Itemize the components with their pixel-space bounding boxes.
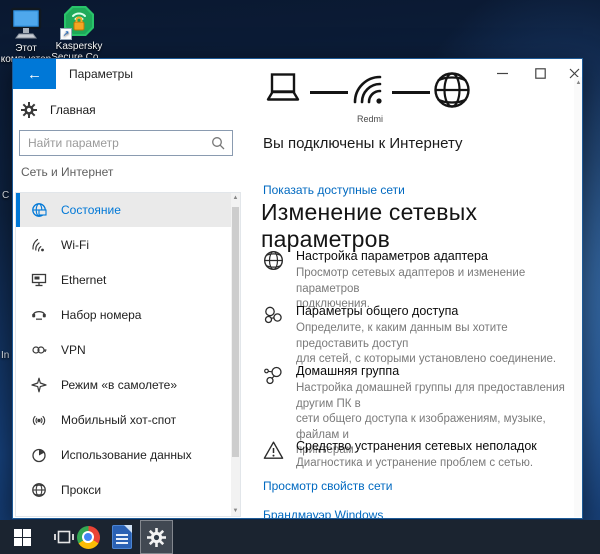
chrome-icon [77,526,100,549]
sidebar-item-label: Режим «в самолете» [61,378,177,392]
taskbar [0,520,600,554]
connection-status: Вы подключены к Интернету [263,135,462,152]
sidebar-scrollbar-thumb[interactable] [232,207,239,457]
vpn-icon [30,342,47,358]
windows-logo-icon [14,529,31,546]
start-button[interactable] [0,520,44,554]
sidebar-item-vpn[interactable]: VPN [16,333,232,367]
sidebar-item-status[interactable]: Состояние [16,193,232,227]
scroll-up-icon[interactable]: ▲ [574,79,583,87]
hotspot-icon [30,412,47,428]
item-title: Настройка параметров адаптера [296,249,574,263]
item-title: Средство устранения сетевых неполадок [296,439,574,453]
proxy-icon [30,482,47,498]
sharing-options-item[interactable]: Параметры общего доступа Определите, к к… [263,304,574,368]
sidebar-item-label: Набор номера [61,308,141,322]
sidebar-item-data-usage[interactable]: Использование данных [16,438,232,472]
this-pc-icon [9,6,43,40]
sidebar-nav: Состояние Wi-Fi Ethernet Набор номера VP… [15,192,241,517]
hidden-desktop-label-fragment: C [2,190,9,201]
minimize-button[interactable] [485,59,519,87]
view-network-properties-link[interactable]: Просмотр свойств сети [263,479,392,493]
settings-taskbar-button[interactable] [140,520,173,554]
item-description: Диагностика и устранение проблем с сетью… [296,456,574,472]
item-title: Параметры общего доступа [296,304,574,318]
dialup-icon [30,307,47,323]
desktop-icon-kaspersky[interactable]: ↗ Kaspersky Secure Co... [47,4,111,63]
writer-document-icon [112,525,132,549]
hidden-desktop-label-fragment: In [1,350,9,361]
ethernet-icon [30,272,47,288]
troubleshoot-warning-icon [263,439,284,472]
sidebar-item-dialup[interactable]: Набор номера [16,298,232,332]
adapter-settings-item[interactable]: Настройка параметров адаптера Просмотр с… [263,249,574,313]
sidebar-scrollbar[interactable]: ▲ ▼ [231,193,240,516]
data-usage-icon [30,447,47,463]
writer-taskbar-button[interactable] [104,520,140,554]
chrome-taskbar-button[interactable] [68,520,108,554]
sidebar-home-label: Главная [50,103,96,117]
sidebar-item-ethernet[interactable]: Ethernet [16,263,232,297]
connection-line [392,91,430,94]
show-available-networks-link[interactable]: Показать доступные сети [263,183,405,197]
sidebar-item-label: Состояние [61,203,121,217]
desktop-icon-label: Kaspersky [47,41,111,52]
scroll-up-icon[interactable]: ▲ [231,194,240,202]
scroll-down-icon[interactable]: ▼ [231,507,240,515]
wifi-network-icon [351,71,389,109]
settings-gear-icon [147,528,166,547]
back-icon: ← [27,66,42,83]
settings-window: ← Параметры Главная Сеть и Интернет Со [12,58,583,519]
connection-line [310,91,348,94]
item-title: Домашняя группа [296,364,574,378]
internet-globe-icon [433,71,471,109]
sidebar-item-airplane-mode[interactable]: Режим «в самолете» [16,368,232,402]
airplane-icon [30,377,47,393]
sidebar-item-label: Ethernet [61,273,106,287]
section-heading: Изменение сетевых параметров [261,199,582,253]
adapter-icon [263,249,284,313]
wifi-icon [30,237,47,253]
minimize-icon [497,68,508,79]
item-description: Определите, к каким данным вы хотите пре… [296,321,574,368]
kaspersky-icon: ↗ [62,4,96,38]
sidebar-item-label: Мобильный хот-спот [61,413,176,427]
network-name-label: Redmi [350,114,390,124]
search-box [19,130,233,156]
search-icon [211,136,225,150]
sidebar-item-home[interactable]: Главная [21,97,221,123]
back-button[interactable]: ← [13,59,56,89]
search-input[interactable] [20,136,211,150]
sidebar-section-label: Сеть и Интернет [21,165,113,179]
content-scrollbar[interactable]: ▲ [574,77,583,517]
sidebar-item-proxy[interactable]: Прокси [16,473,232,507]
gear-icon [21,102,37,118]
maximize-icon [535,68,546,79]
shortcut-arrow-icon: ↗ [60,28,72,40]
laptop-icon [263,73,303,107]
windows-firewall-link[interactable]: Брандмауэр Windows [263,508,383,519]
network-troubleshooter-item[interactable]: Средство устранения сетевых неполадок Ди… [263,439,574,472]
sidebar-item-label: Wi-Fi [61,238,89,252]
sharing-icon [263,304,284,368]
maximize-button[interactable] [523,59,557,87]
sidebar-item-mobile-hotspot[interactable]: Мобильный хот-спот [16,403,232,437]
window-title: Параметры [69,67,133,81]
sidebar-item-label: Использование данных [61,448,192,462]
sidebar-item-label: VPN [61,343,86,357]
globe-status-icon [30,202,47,218]
sidebar-item-label: Прокси [61,483,101,497]
sidebar-item-wifi[interactable]: Wi-Fi [16,228,232,262]
